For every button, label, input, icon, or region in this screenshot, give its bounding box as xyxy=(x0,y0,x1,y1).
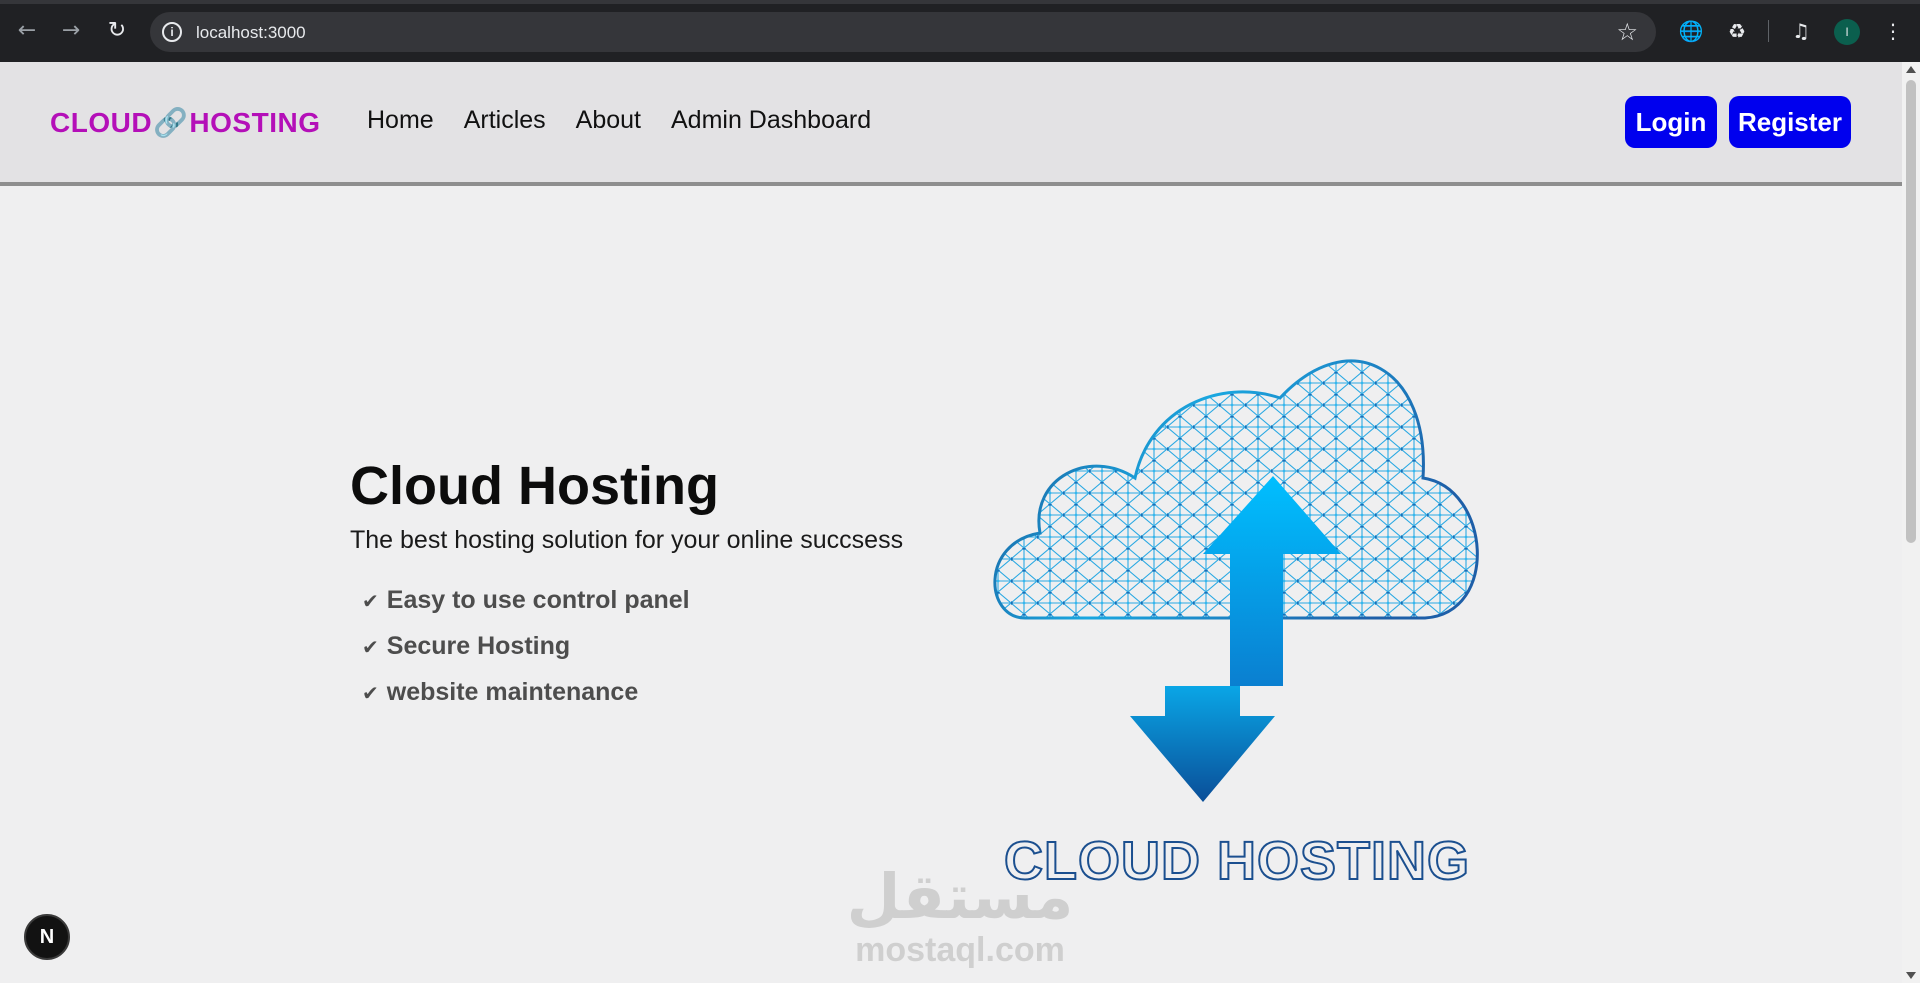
kebab-menu-icon[interactable]: ⋮ xyxy=(1878,16,1908,46)
feature-list: ✔ Easy to use control panel ✔ Secure Hosti… xyxy=(350,577,950,715)
check-icon: ✔ xyxy=(362,635,379,659)
check-icon: ✔ xyxy=(362,681,379,705)
scroll-thumb[interactable] xyxy=(1906,80,1916,543)
logo-text-left: CLOUD xyxy=(50,107,153,138)
site-logo[interactable]: CLOUD🔗HOSTING xyxy=(50,106,320,139)
logo-text-right: HOSTING xyxy=(189,107,321,138)
hero-subtitle: The best hosting solution for your onlin… xyxy=(350,526,904,554)
address-bar[interactable]: i localhost:3000 ☆ xyxy=(150,12,1656,52)
nav-home[interactable]: Home xyxy=(367,106,434,135)
back-icon[interactable]: ← xyxy=(12,16,42,46)
feature-item: ✔ website maintenance xyxy=(362,669,950,715)
login-button[interactable]: Login xyxy=(1625,96,1717,148)
watermark-arabic: مستقل xyxy=(846,860,1074,933)
page-scrollbar[interactable] xyxy=(1902,62,1920,983)
watermark-latin: mostaql.com xyxy=(855,931,1065,969)
avatar[interactable]: I xyxy=(1834,19,1860,45)
feature-text: website maintenance xyxy=(386,678,639,706)
register-button[interactable]: Register xyxy=(1729,96,1851,148)
feature-item: ✔ Secure Hosting xyxy=(362,623,950,669)
next-dev-indicator[interactable]: N xyxy=(24,914,70,960)
browser-chrome: ← → ↻ i localhost:3000 ☆ 🌐 ♻ ♫ I ⋮ xyxy=(0,0,1920,62)
scroll-down-icon[interactable] xyxy=(1906,972,1916,979)
nav-about[interactable]: About xyxy=(576,106,641,135)
site-header: CLOUD🔗HOSTING Home Articles About Admin … xyxy=(0,62,1902,186)
cloud-hosting-illustration: CLOUD HOSTING xyxy=(993,359,1479,892)
feature-text: Secure Hosting xyxy=(386,632,571,660)
feature-text: Easy to use control panel xyxy=(386,586,690,614)
media-control-icon[interactable]: ♫ xyxy=(1786,16,1816,46)
info-icon[interactable]: i xyxy=(162,22,182,42)
hero-section: Cloud Hosting The best hosting solution … xyxy=(350,454,950,715)
hero-title: Cloud Hosting xyxy=(350,456,719,516)
toolbar-divider xyxy=(1768,20,1769,42)
page-viewport: CLOUD🔗HOSTING Home Articles About Admin … xyxy=(0,62,1902,983)
watermark-logo: مستقل mostaql.com xyxy=(840,860,1080,969)
feature-item: ✔ Easy to use control panel xyxy=(362,577,950,623)
check-icon: ✔ xyxy=(362,589,379,613)
reload-icon[interactable]: ↻ xyxy=(102,16,132,46)
url-text[interactable]: localhost:3000 xyxy=(196,23,306,43)
nav-admin-dashboard[interactable]: Admin Dashboard xyxy=(671,106,871,135)
download-arrow-icon xyxy=(1130,686,1275,802)
star-icon[interactable]: ☆ xyxy=(1616,18,1638,46)
main-nav: Home Articles About Admin Dashboard xyxy=(367,106,871,135)
scroll-up-icon[interactable] xyxy=(1906,66,1916,73)
tab-strip xyxy=(0,0,1920,4)
logo-link-icon: 🔗 xyxy=(153,106,189,139)
nav-articles[interactable]: Articles xyxy=(464,106,546,135)
globe-icon[interactable]: 🌐 xyxy=(1676,16,1706,46)
puzzle-icon[interactable]: ♻ xyxy=(1722,16,1752,46)
forward-icon[interactable]: → xyxy=(56,16,86,46)
